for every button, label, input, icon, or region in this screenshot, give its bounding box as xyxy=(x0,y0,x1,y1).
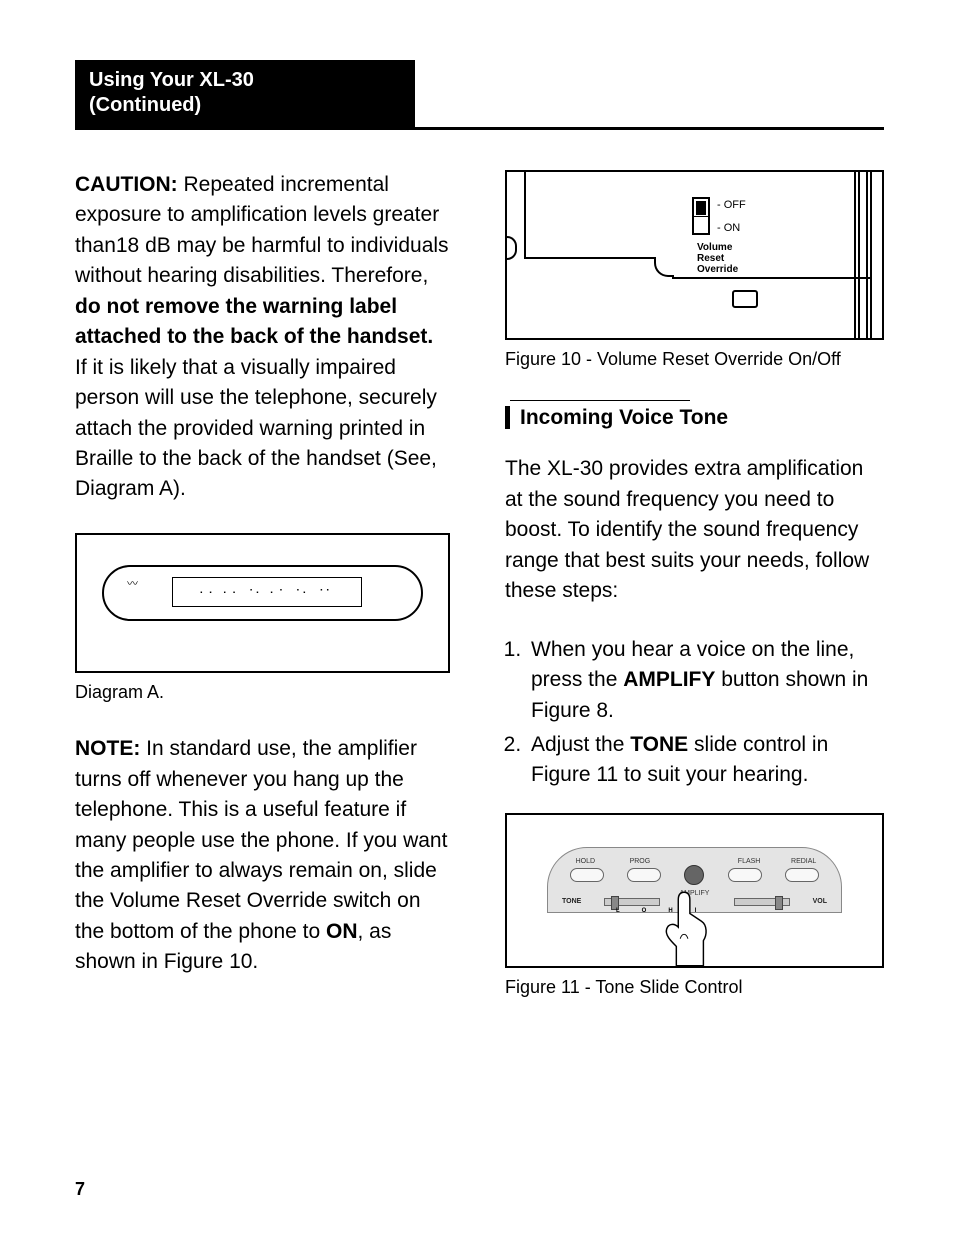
vol-slider-icon xyxy=(734,898,790,906)
switch-on-label: - ON xyxy=(717,222,740,234)
fig10-line xyxy=(672,277,872,279)
vro-l3: Override xyxy=(697,264,738,275)
page-number: 7 xyxy=(75,1179,85,1200)
fig10-bump xyxy=(507,236,517,260)
hold-button-icon xyxy=(570,868,604,882)
figure-11: HOLD PROG FLASH REDIAL AMPLIFY TONE xyxy=(505,813,884,968)
incoming-voice-tone-heading: Incoming Voice Tone xyxy=(505,406,884,429)
header-title-line2: (Continued) xyxy=(89,94,201,116)
caution-paragraph: CAUTION: Repeated incremental exposure t… xyxy=(75,170,450,505)
step2-tone: TONE xyxy=(630,733,688,756)
edge-strip-icon xyxy=(854,172,860,338)
override-switch-icon xyxy=(692,197,710,235)
tone-label: TONE xyxy=(562,898,581,905)
vro-l1: Volume xyxy=(697,242,732,253)
heading-overline xyxy=(510,400,690,401)
note-on: ON xyxy=(326,920,358,943)
steps-list: When you hear a voice on the line, press… xyxy=(505,635,884,791)
tone-intro: The XL-30 provides extra amplification a… xyxy=(505,454,884,606)
figure-10: - OFF - ON Volume Reset Override xyxy=(505,170,884,340)
vro-label: Volume Reset Override xyxy=(697,242,738,275)
caution-bold: do not remove the warning label attached… xyxy=(75,295,433,348)
caution-text-2: If it is likely that a visually impaired… xyxy=(75,356,437,501)
diagram-a-caption: Diagram A. xyxy=(75,681,450,704)
header-title-line1: Using Your XL-30 xyxy=(89,69,254,91)
note-label: NOTE: xyxy=(75,737,140,760)
amplify-button-icon xyxy=(684,865,704,885)
redial-label: REDIAL xyxy=(779,858,829,865)
figure-10-caption: Figure 10 - Volume Reset Override On/Off xyxy=(505,348,884,371)
vol-label: VOL xyxy=(813,898,827,905)
switch-off-label: - OFF xyxy=(717,199,746,211)
step1-amplify: AMPLIFY xyxy=(623,668,715,691)
fig10-line xyxy=(654,257,674,277)
step2-a: Adjust the xyxy=(531,733,630,756)
diagram-a: 〰 ⠄⠄ ⠄⠄ ⠐⠄ ⠄⠂ ⠐⠄ ⠐⠂ xyxy=(75,533,450,673)
button-outline-icon xyxy=(732,290,758,308)
prog-label: PROG xyxy=(615,858,665,865)
section-title-text: Incoming Voice Tone xyxy=(520,406,728,429)
prog-button-icon xyxy=(627,868,661,882)
note-text-1: In standard use, the amplifier turns off… xyxy=(75,737,447,943)
vro-l2: Reset xyxy=(697,253,724,264)
phone-buttons-row xyxy=(548,868,841,885)
step-1: When you hear a voice on the line, press… xyxy=(527,635,884,726)
note-paragraph: NOTE: In standard use, the amplifier tur… xyxy=(75,734,450,978)
vol-slider-knob xyxy=(775,896,783,910)
fig10-line xyxy=(524,172,526,257)
caution-label: CAUTION: xyxy=(75,173,178,196)
hold-label: HOLD xyxy=(560,858,610,865)
step-2: Adjust the TONE slide control in Figure … xyxy=(527,730,884,791)
braille-label: ⠄⠄ ⠄⠄ ⠐⠄ ⠄⠂ ⠐⠄ ⠐⠂ xyxy=(172,577,362,607)
button-label-row: HOLD PROG FLASH REDIAL xyxy=(548,858,841,865)
handset-wave-icon: 〰 xyxy=(127,579,138,590)
pointing-finger-icon xyxy=(657,890,715,968)
header-title-block: Using Your XL-30 (Continued) xyxy=(75,60,415,128)
flash-button-icon xyxy=(728,868,762,882)
redial-button-icon xyxy=(785,868,819,882)
switch-divider xyxy=(694,216,708,217)
flash-label: FLASH xyxy=(724,858,774,865)
tone-slider-icon xyxy=(604,898,660,906)
switch-knob xyxy=(696,201,706,215)
fig10-line xyxy=(524,257,654,259)
figure-11-caption: Figure 11 - Tone Slide Control xyxy=(505,976,884,999)
section-header: Using Your XL-30 (Continued) xyxy=(75,60,884,130)
edge-strip-icon xyxy=(866,172,872,338)
